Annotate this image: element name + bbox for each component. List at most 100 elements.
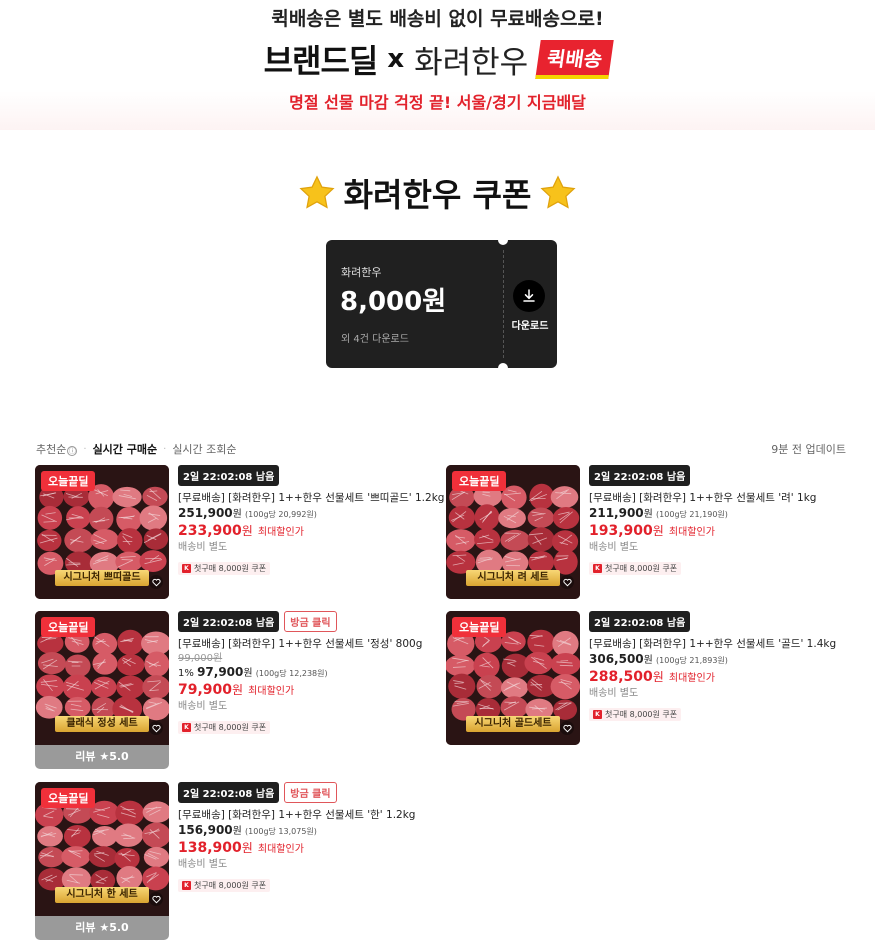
shipping-note: 배송비 별도 [178,859,228,870]
sale-row: 288,500원 최대할인가 [589,668,869,687]
sale-unit: 원 [652,524,664,538]
unit-price: (100g당 21,190원) [656,510,728,519]
original-price: 99,000원 [178,653,223,664]
info-icon[interactable]: ⓘ [67,446,78,456]
sale-unit: 원 [241,524,253,538]
coupon-text: 첫구매 8,000원 쿠폰 [194,564,267,573]
coupon-card[interactable]: 화려한우 8,000원 외 4건 다운로드 다운로드 [326,235,557,373]
max-discount-price: 138,900 [178,840,242,856]
price-row: 251,900원 (100g당 20,992원) [178,506,458,522]
product-name[interactable]: [무료배송] [화려한우] 1++한우 선물세트 '정성' 800g [178,637,458,652]
price-row: 306,500원 (100g당 21,893원) [589,652,869,668]
quick-delivery-badge: 퀵배송 [535,39,615,79]
price: 251,900 [178,506,233,520]
product-name[interactable]: [무료배송] [화려한우] 1++한우 선물세트 '쁘띠골드' 1.2kg [178,491,458,506]
product-name[interactable]: [무료배송] [화려한우] 1++한우 선물세트 '려' 1kg [589,491,869,506]
partner-logo: 화려한우 [414,44,529,81]
sort-option-recommended[interactable]: 추천순 ⓘ [36,441,78,457]
banner-headline: 퀵배송은 별도 배송비 없이 무료배송으로! [271,8,604,30]
coupon-section-title: 화려한우 쿠폰 [0,170,875,216]
first-purchase-coupon: K 첫구매 8,000원 쿠폰 [178,562,271,575]
countdown-timer: 2일 22:02:08 남음 [589,464,691,486]
countdown-timer: 2일 22:02:08 남음 [178,781,280,803]
max-discount-price: 288,500 [589,669,653,685]
unit-price: (100g당 12,238원) [255,669,328,678]
product-info[interactable]: 2일 22:02:08 남음 [무료배송] [화려한우] 1++한우 선물세트 … [589,610,869,721]
shipping-note: 배송비 별도 [589,542,639,553]
product-info[interactable]: 2일 22:02:08 남음 방금 클릭 [무료배송] [화려한우] 1++한우… [178,610,458,734]
just-clicked-tag: 방금 클릭 [284,610,337,632]
k-mark-icon: K [182,723,191,732]
heart-icon[interactable] [560,721,574,735]
coupon-divider [503,250,504,358]
product-name[interactable]: [무료배송] [화려한우] 1++한우 선물세트 '한' 1.2kg [178,808,458,823]
tag-row: 2일 22:02:08 남음 방금 클릭 [178,781,458,803]
max-discount-price: 193,900 [589,523,653,539]
coupon-amount: 8,000원 [340,287,447,317]
set-name-label: 시그니처 쁘띠골드 [55,570,149,586]
product-info[interactable]: 2일 22:02:08 남음 방금 클릭 [무료배송] [화려한우] 1++한우… [178,781,458,892]
product-thumbnail[interactable]: 오늘끝딜 클래식 정성 세트 [35,611,169,745]
heart-icon[interactable] [149,721,163,735]
coupon-text: 첫구매 8,000원 쿠폰 [194,881,267,890]
sort-separator: · [83,443,87,455]
max-discount-price: 79,900 [178,682,233,698]
price: 156,900 [178,823,233,837]
sale-row: 79,900원 최대할인가 [178,681,458,700]
max-discount-label: 최대할인가 [248,686,295,697]
banner-subline: 명절 선물 마감 걱정 끝! 서울/경기 지금배달 [289,93,586,112]
price: 211,900 [589,506,644,520]
k-mark-icon: K [593,564,602,573]
price-unit: 원 [643,509,653,520]
heart-icon[interactable] [149,575,163,589]
sale-row: 193,900원 최대할인가 [589,522,869,541]
today-deal-badge: 오늘끝딜 [452,617,507,637]
first-purchase-coupon: K 첫구매 8,000원 쿠폰 [178,879,271,892]
unit-price: (100g당 20,992원) [245,510,317,519]
max-discount-label: 최대할인가 [668,673,715,684]
sale-unit: 원 [232,683,244,697]
price-row: 211,900원 (100g당 21,190원) [589,506,869,522]
today-deal-badge: 오늘끝딜 [452,471,507,491]
promo-banner[interactable]: 퀵배송은 별도 배송비 없이 무료배송으로! 브랜드딜 x 화려한우 퀵배송 명… [0,0,875,130]
sort-separator: · [163,443,167,455]
today-deal-badge: 오늘끝딜 [41,471,96,491]
price-unit: 원 [643,655,653,666]
shipping-note: 배송비 별도 [178,542,228,553]
coupon-brand: 화려한우 [341,266,382,279]
review-summary[interactable]: 리뷰 ★5.0 [35,745,169,769]
product-info[interactable]: 2일 22:02:08 남음 [무료배송] [화려한우] 1++한우 선물세트 … [589,464,869,575]
max-discount-label: 최대할인가 [257,527,304,538]
star-icon [540,175,576,209]
product-name[interactable]: [무료배송] [화려한우] 1++한우 선물세트 '골드' 1.4kg [589,637,869,652]
k-mark-icon: K [182,881,191,890]
max-discount-price: 233,900 [178,523,242,539]
review-summary[interactable]: 리뷰 ★5.0 [35,916,169,940]
price-unit: 원 [243,668,253,679]
product-thumbnail[interactable]: 오늘끝딜 시그니처 쁘띠골드 [35,465,169,599]
product-thumbnail[interactable]: 오늘끝딜 시그니처 골드세트 [446,611,580,745]
product-info[interactable]: 2일 22:02:08 남음 [무료배송] [화려한우] 1++한우 선물세트 … [178,464,458,575]
coupon-text: 첫구매 8,000원 쿠폰 [605,564,678,573]
price-unit: 원 [232,826,242,837]
sort-option-realtime-views[interactable]: 실시간 조회순 [172,441,236,457]
set-name-label: 클래식 정성 세트 [55,716,149,732]
price-row: 156,900원 (100g당 13,075원) [178,823,458,839]
coupon-title-text: 화려한우 쿠폰 [343,176,532,214]
unit-price: (100g당 21,893원) [656,656,728,665]
download-label[interactable]: 다운로드 [507,317,553,332]
heart-icon[interactable] [560,575,574,589]
product-thumbnail[interactable]: 오늘끝딜 시그니처 한 세트 [35,782,169,916]
coupon-download-button[interactable] [513,280,545,312]
tag-row: 2일 22:02:08 남음 [178,464,458,486]
sale-unit: 원 [652,670,664,684]
sort-option-realtime-purchase[interactable]: 실시간 구매순 [93,441,158,457]
today-deal-badge: 오늘끝딜 [41,788,96,808]
heart-icon[interactable] [149,892,163,906]
tag-row: 2일 22:02:08 남음 방금 클릭 [178,610,458,632]
sale-row: 233,900원 최대할인가 [178,522,458,541]
banner-logo: 브랜드딜 x 화려한우 퀵배송 [0,36,875,82]
shipping-note: 배송비 별도 [178,701,228,712]
product-thumbnail[interactable]: 오늘끝딜 시그니처 려 세트 [446,465,580,599]
unit-price: (100g당 13,075원) [245,827,317,836]
